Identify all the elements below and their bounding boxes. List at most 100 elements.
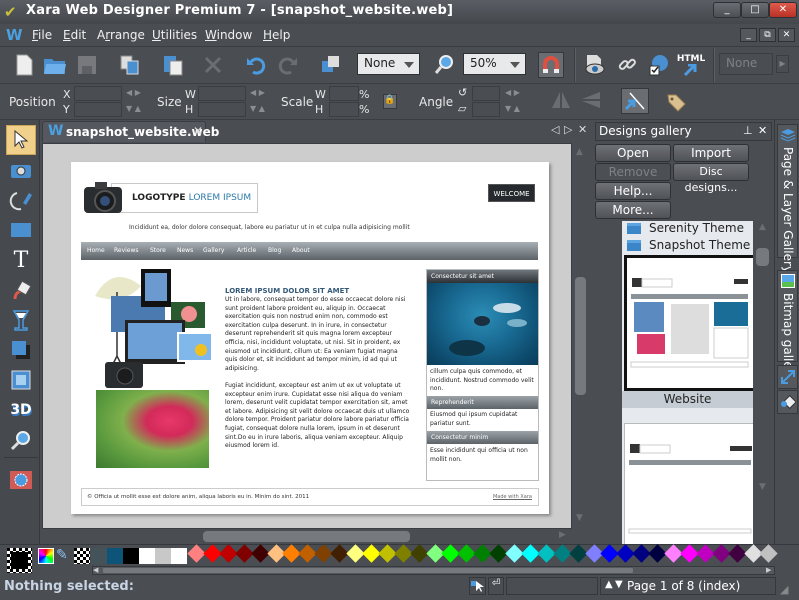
horizontal-scroll-thumb[interactable] — [203, 531, 410, 542]
zoom-tool[interactable] — [6, 425, 36, 455]
selector-tool[interactable] — [6, 125, 36, 155]
menu-edit[interactable]: Edit — [63, 28, 86, 42]
open-button[interactable]: Open — [595, 144, 671, 162]
preview-eye-icon[interactable] — [582, 52, 608, 78]
current-color-well[interactable] — [7, 548, 32, 573]
remove-button[interactable]: Remove — [595, 163, 671, 181]
save-icon[interactable] — [74, 52, 100, 78]
menu-window[interactable]: Window — [205, 28, 252, 42]
page-up-icon[interactable]: ▲ — [605, 579, 613, 590]
scale-height-field[interactable] — [329, 102, 359, 117]
import-button[interactable]: Import — [673, 144, 749, 162]
menu-file[interactable]: File — [32, 28, 52, 42]
scroll-up-icon[interactable]: ▲ — [759, 222, 766, 232]
palette-scroll-right-icon[interactable]: ▶ — [766, 566, 771, 574]
nav-store[interactable]: Store — [150, 247, 166, 254]
palette-scroll-thumb[interactable] — [103, 568, 633, 573]
freehand-tool[interactable] — [6, 185, 36, 215]
tag-icon[interactable] — [665, 92, 687, 115]
fill-tool[interactable] — [6, 275, 36, 305]
vertical-scrollbar[interactable]: ▲ ▼ — [572, 143, 589, 529]
document-menu-icon[interactable]: W — [6, 26, 23, 44]
disc-designs-button[interactable]: Disc designs... — [673, 163, 749, 194]
website-page[interactable]: LOGOTYPE LOREM IPSUM WELCOME Incididunt … — [71, 162, 549, 514]
page-down-icon[interactable]: ▼ — [615, 579, 623, 590]
color-swatch[interactable] — [171, 548, 187, 564]
nav-reviews[interactable]: Reviews — [114, 247, 139, 254]
color-swatch[interactable] — [107, 548, 123, 564]
doc-minimize-button[interactable]: _ — [740, 28, 757, 42]
x-spinner[interactable]: ◀ ▶ — [126, 88, 141, 97]
scale-width-field[interactable] — [329, 86, 359, 101]
resize-gallery-tab[interactable] — [777, 365, 798, 389]
undo-icon[interactable] — [243, 52, 269, 78]
close-button[interactable]: ✕ — [769, 2, 797, 18]
doc-close-button[interactable]: ✕ — [778, 28, 795, 42]
gallery-close-icon[interactable]: ✕ — [758, 124, 767, 137]
paste-icon[interactable] — [160, 52, 186, 78]
scroll-right-icon[interactable]: ▶ — [559, 530, 566, 540]
eyedropper-icon[interactable]: ✎ — [56, 547, 68, 563]
help-button[interactable]: Help... — [595, 182, 671, 200]
x-field[interactable] — [74, 86, 122, 101]
zoom-tool-icon[interactable] — [432, 52, 458, 78]
camera-image[interactable] — [81, 179, 125, 217]
folder-snapshot-theme[interactable]: Snapshot Theme — [627, 238, 750, 252]
doc-restore-button[interactable]: ⧉ — [759, 28, 776, 42]
bevel-tool[interactable] — [6, 365, 36, 395]
height-spinner[interactable]: ▼ ▲ — [250, 104, 265, 113]
nav-about[interactable]: About — [292, 247, 310, 254]
bitmap-gallery-tab[interactable]: Bitmap gallery — [777, 270, 798, 381]
logo-box[interactable]: LOGOTYPE LOREM IPSUM — [111, 183, 258, 213]
new-document-icon[interactable] — [11, 52, 37, 78]
gallery-scrollbar[interactable]: ▲ ▼ — [753, 220, 773, 544]
live-effects-tool[interactable] — [6, 465, 36, 495]
menu-utilities[interactable]: Utilities — [152, 28, 197, 42]
palette-scroll-left-icon[interactable]: ◀ — [93, 566, 98, 574]
tab-snapshot-website[interactable]: W snapshot_website.web ✕ — [42, 121, 219, 142]
website-thumbnail[interactable] — [624, 255, 753, 391]
redo-icon[interactable] — [275, 52, 301, 78]
skew-spinner[interactable]: ▼ ▲ — [505, 104, 520, 113]
width-spinner[interactable]: ◀ ▶ — [250, 88, 265, 97]
scale-line-widths-icon[interactable] — [621, 88, 649, 114]
website-thumbnail-2[interactable] — [624, 423, 753, 544]
flip-vertical-icon[interactable] — [580, 90, 602, 113]
nav-gallery[interactable]: Gallery — [203, 247, 224, 254]
angle-field[interactable] — [472, 86, 500, 101]
angle-spinner[interactable]: ◀ ▶ — [505, 88, 520, 97]
color-swatch[interactable] — [139, 548, 155, 564]
y-spinner[interactable]: ▼ ▲ — [126, 104, 141, 113]
fill-gallery-tab[interactable] — [777, 390, 798, 414]
close-doc-icon[interactable]: ✕ — [578, 123, 587, 136]
folder-serenity-theme[interactable]: Serenity Theme — [627, 221, 744, 235]
nav-news[interactable]: News — [177, 247, 193, 254]
page-layer-gallery-tab[interactable]: Page & Layer Gallery — [777, 124, 798, 273]
more-button[interactable]: More... — [595, 201, 671, 219]
made-with-xara-link[interactable]: Made with Xara — [493, 494, 532, 500]
close-tab-icon[interactable]: ✕ — [193, 124, 203, 138]
menu-arrange[interactable]: Arrange — [97, 28, 145, 42]
gallery-scroll-thumb[interactable] — [756, 248, 769, 266]
delete-icon[interactable] — [200, 52, 226, 78]
palette-scrollbar[interactable]: ◀ ▶ — [92, 566, 775, 575]
height-field[interactable] — [198, 102, 246, 117]
color-swatch[interactable] — [155, 548, 171, 564]
scroll-up-icon[interactable]: ▲ — [576, 147, 583, 157]
menu-help[interactable]: Help — [263, 28, 290, 42]
width-field[interactable] — [198, 86, 246, 101]
vertical-scroll-thumb[interactable] — [575, 277, 586, 395]
skew-field[interactable] — [472, 102, 500, 117]
export-html-icon[interactable]: HTML — [677, 52, 705, 78]
rectangle-tool[interactable] — [6, 215, 36, 245]
lock-aspect-icon[interactable]: 🔒 — [383, 94, 397, 109]
flip-horizontal-icon[interactable] — [550, 90, 572, 113]
underwater-image[interactable] — [427, 283, 538, 365]
quality-select[interactable]: None — [357, 53, 420, 75]
nav-blog[interactable]: Blog — [268, 247, 281, 254]
text-tool[interactable]: T — [6, 245, 36, 275]
scroll-down-icon[interactable]: ▼ — [576, 513, 583, 523]
nav-article[interactable]: Article — [237, 247, 256, 254]
scroll-down-icon[interactable]: ▼ — [759, 482, 766, 492]
color-swatch[interactable] — [123, 548, 139, 564]
